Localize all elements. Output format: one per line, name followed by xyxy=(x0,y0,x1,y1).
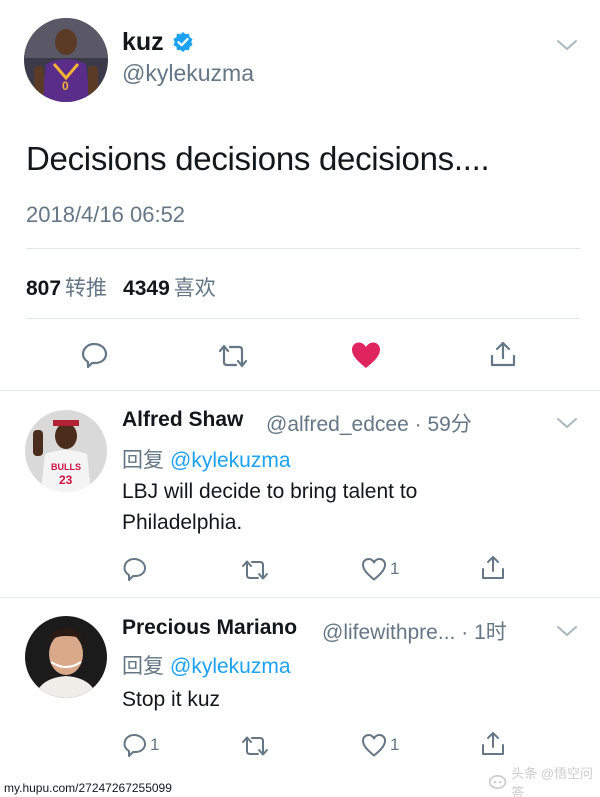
separator: · xyxy=(414,413,422,436)
reply-count: 1 xyxy=(150,735,160,754)
retweet-button[interactable] xyxy=(240,734,270,758)
reply-handle[interactable]: @alfred_edcee xyxy=(266,413,409,436)
player-avatar-icon: 0 xyxy=(24,18,108,102)
reply-avatar[interactable] xyxy=(25,616,107,698)
share-button[interactable] xyxy=(480,554,506,582)
verified-badge-icon xyxy=(172,31,194,53)
reply-button[interactable] xyxy=(80,340,110,370)
replying-to-label: 回复 xyxy=(122,449,164,472)
reply-text: Stop it kuz xyxy=(122,684,542,715)
replying-to: 回复 @kylekuzma xyxy=(122,650,291,680)
wukong-watermark-text: 头条 @悟空问答 xyxy=(511,766,594,797)
author-handle[interactable]: @kylekuzma xyxy=(122,60,254,87)
divider xyxy=(26,318,580,319)
retweets-count[interactable]: 807 xyxy=(26,277,61,300)
likes-label[interactable]: 喜欢 xyxy=(174,277,216,300)
tweet-stats: 807 转推 4349 喜欢 xyxy=(26,272,232,302)
reply-icon xyxy=(123,558,146,581)
reply-display-name[interactable]: Precious Mariano xyxy=(122,616,297,640)
reply-text-line: Philadelphia. xyxy=(122,511,243,534)
divider xyxy=(0,390,600,391)
reply-button[interactable]: 1 xyxy=(122,732,159,758)
share-button[interactable] xyxy=(480,730,506,758)
replying-to-label: 回复 xyxy=(122,655,164,678)
reply-handle-line: @lifewithpre... · 1时 xyxy=(322,616,507,646)
mention-link[interactable]: @kylekuzma xyxy=(170,655,291,678)
retweet-icon xyxy=(218,344,248,368)
heart-filled-icon xyxy=(352,342,380,368)
heart-outline-icon xyxy=(362,558,386,581)
reply-button[interactable] xyxy=(122,556,148,582)
reply-handle-line: @alfred_edcee · 59分 xyxy=(266,408,472,438)
reply-time[interactable]: 1时 xyxy=(474,621,507,644)
author-display-name[interactable]: kuz xyxy=(122,28,164,57)
svg-text:23: 23 xyxy=(59,473,73,487)
mention-link[interactable]: @kylekuzma xyxy=(170,449,291,472)
share-icon xyxy=(482,732,504,755)
retweets-label[interactable]: 转推 xyxy=(65,277,107,300)
reply-avatar[interactable]: BULLS 23 xyxy=(25,410,107,492)
separator: · xyxy=(461,621,469,644)
wukong-logo-icon xyxy=(488,775,507,789)
chevron-down-icon[interactable] xyxy=(556,624,578,638)
like-button[interactable]: 1 xyxy=(360,732,399,758)
main-tweet: 0 kuz @kylekuzma Decisions decisions dec… xyxy=(0,0,600,392)
svg-text:BULLS: BULLS xyxy=(51,462,81,472)
reply-text-line: Stop it kuz xyxy=(122,688,221,711)
tweet-timestamp[interactable]: 2018/4/16 06:52 xyxy=(26,202,185,228)
like-button[interactable]: 1 xyxy=(360,556,399,582)
divider xyxy=(26,248,580,249)
chevron-down-icon[interactable] xyxy=(556,38,578,52)
reply-text: LBJ will decide to bring talent to Phila… xyxy=(122,476,542,538)
woman-avatar-icon xyxy=(25,616,107,698)
chevron-down-icon[interactable] xyxy=(556,416,578,430)
source-watermark: my.hupu.com/27247267255099 xyxy=(4,781,172,795)
reply-tweet: Precious Mariano @lifewithpre... · 1时 回复… xyxy=(0,598,600,768)
reply-handle[interactable]: @lifewithpre... xyxy=(322,621,455,644)
reply-display-name[interactable]: Alfred Shaw xyxy=(122,408,243,432)
share-icon xyxy=(490,341,516,367)
reply-text-line: LBJ will decide to bring talent to xyxy=(122,480,418,503)
reply-tweet: BULLS 23 Alfred Shaw @alfred_edcee · 59分… xyxy=(0,392,600,598)
bulls-player-avatar-icon: BULLS 23 xyxy=(25,410,107,492)
reply-time[interactable]: 59分 xyxy=(427,413,471,436)
reply-icon xyxy=(81,342,108,369)
wukong-watermark: 头条 @悟空问答 xyxy=(488,766,594,797)
retweet-button[interactable] xyxy=(216,342,250,370)
author-avatar[interactable]: 0 xyxy=(24,18,108,102)
like-button[interactable] xyxy=(350,340,382,370)
like-count: 1 xyxy=(390,559,400,578)
retweet-icon xyxy=(242,736,268,756)
heart-outline-icon xyxy=(362,734,386,757)
like-count: 1 xyxy=(390,735,400,754)
tweet-text: Decisions decisions decisions.... xyxy=(26,140,490,177)
reply-icon xyxy=(123,734,146,757)
share-icon xyxy=(482,556,504,579)
replying-to: 回复 @kylekuzma xyxy=(122,444,291,474)
likes-count[interactable]: 4349 xyxy=(123,277,170,300)
retweet-button[interactable] xyxy=(240,558,270,582)
retweet-icon xyxy=(242,560,268,580)
svg-text:0: 0 xyxy=(62,79,69,93)
share-button[interactable] xyxy=(488,339,518,369)
